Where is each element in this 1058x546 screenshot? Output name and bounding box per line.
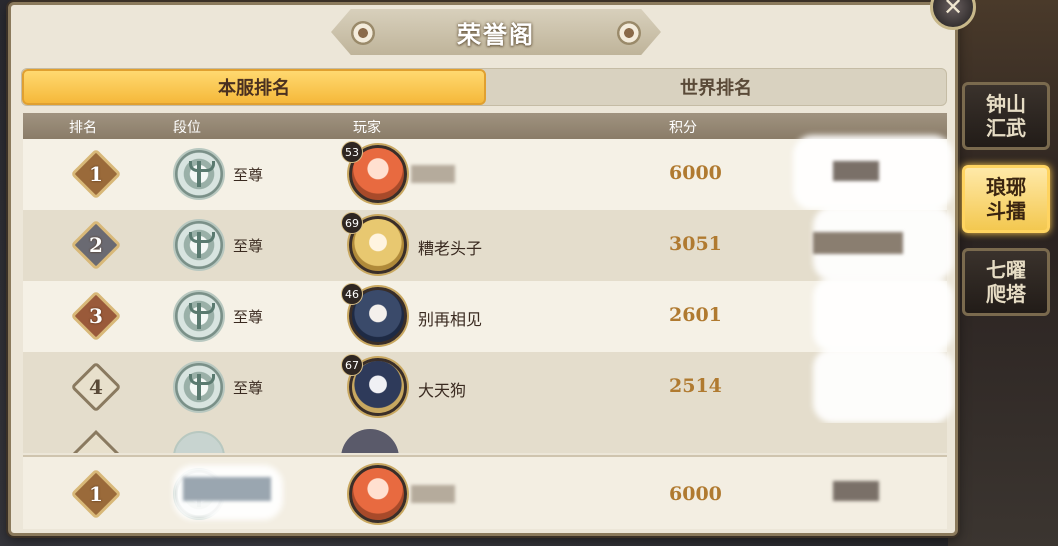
score-value: 2601	[669, 304, 722, 326]
tab-world-ranking[interactable]: 世界排名	[486, 69, 946, 105]
title-bar: 荣誉阁	[331, 9, 661, 55]
my-ranking-row[interactable]: 1 6000	[23, 455, 947, 529]
tier-emblem-icon	[173, 148, 225, 200]
redacted-name	[411, 165, 455, 183]
side-tab-langya[interactable]: 琅琊斗擂	[962, 165, 1050, 233]
header-tier: 段位	[173, 120, 201, 136]
score-value: 6000	[669, 483, 722, 505]
avatar[interactable]	[349, 465, 407, 523]
redacted-server	[813, 348, 953, 423]
header-rank: 排名	[69, 120, 97, 136]
player-name: 糟老头子	[418, 239, 483, 258]
table-row-partial	[23, 423, 947, 453]
tier-emblem-icon	[173, 219, 225, 271]
tier-emblem-icon	[173, 361, 225, 413]
ornament-icon	[617, 21, 641, 45]
table-row[interactable]: 3 至尊 46 别再相见 2601	[23, 277, 953, 352]
rank-badge: 1	[70, 468, 122, 520]
redacted-server-text	[833, 481, 879, 501]
rank-badge: 1	[70, 148, 122, 200]
rank-badge: 2	[70, 219, 122, 271]
header-score: 积分	[669, 120, 697, 136]
tier-label: 至尊	[233, 308, 264, 326]
ornament-icon	[351, 21, 375, 45]
redacted-tier-text	[183, 477, 271, 501]
tier-label: 至尊	[233, 166, 264, 184]
level-badge: 46	[341, 283, 363, 305]
side-tab-qiyao[interactable]: 七曜爬塔	[962, 248, 1050, 316]
level-badge: 67	[341, 354, 363, 376]
page-title: 荣誉阁	[457, 19, 535, 49]
rank-badge: 3	[70, 290, 122, 342]
close-icon: ✕	[942, 0, 964, 21]
redacted-server-text	[833, 161, 879, 181]
table-row[interactable]: 2 至尊 69 糟老头子 3051	[23, 206, 953, 281]
side-tab-zhongshan[interactable]: 钟山汇武	[962, 82, 1050, 150]
level-badge: 53	[341, 141, 363, 163]
redacted-server-text	[813, 232, 903, 254]
rank-badge: 4	[70, 361, 122, 413]
redacted-server	[813, 277, 953, 352]
table-row[interactable]: 4 至尊 67 大天狗 2514	[23, 348, 953, 423]
score-value: 6000	[669, 162, 722, 184]
tab-server-ranking[interactable]: 本服排名	[22, 69, 486, 105]
tier-label: 至尊	[233, 379, 264, 397]
player-name: 大天狗	[418, 381, 467, 400]
player-name: 别再相见	[418, 310, 483, 329]
score-value: 2514	[669, 375, 722, 397]
ranking-list[interactable]: 1 至尊 53 6000 2 至尊 69 糟老头子 3051 3 至尊 46 别…	[23, 135, 953, 423]
table-row[interactable]: 1 至尊 53 6000	[23, 135, 953, 210]
honor-hall-panel: 荣誉阁 本服排名 世界排名 排名 段位 玩家 积分 1 至尊 53 6000 2…	[8, 2, 958, 536]
tier-label: 至尊	[233, 237, 264, 255]
level-badge: 69	[341, 212, 363, 234]
score-value: 3051	[669, 233, 722, 255]
tier-emblem-icon	[173, 290, 225, 342]
redacted-name	[411, 485, 455, 503]
header-player: 玩家	[353, 120, 381, 136]
ranking-tabs: 本服排名 世界排名	[21, 68, 947, 106]
